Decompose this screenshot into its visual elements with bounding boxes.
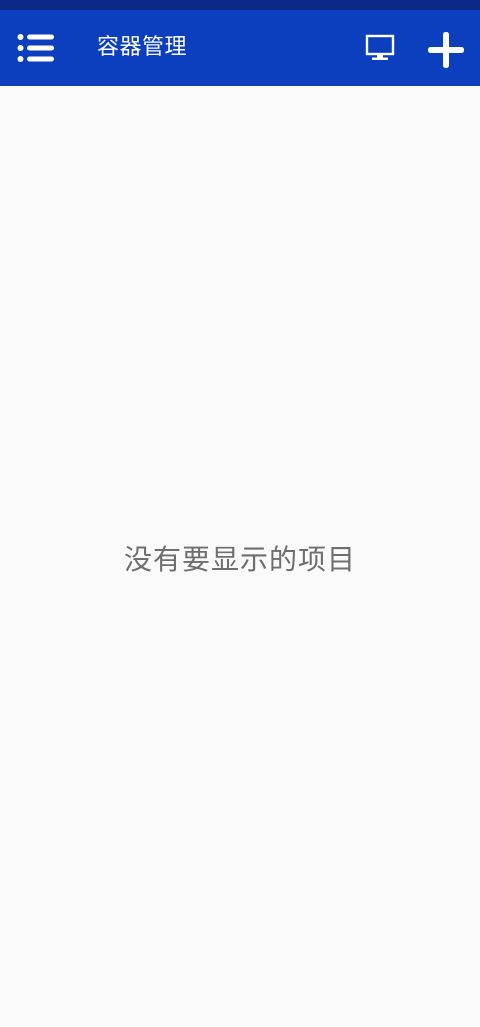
page-title: 容器管理 bbox=[97, 35, 188, 60]
app-bar: 容器管理 bbox=[0, 10, 480, 86]
display-button[interactable] bbox=[356, 24, 404, 72]
plus-icon bbox=[428, 32, 464, 68]
monitor-icon bbox=[365, 34, 395, 60]
list-menu-icon bbox=[17, 34, 54, 62]
menu-button[interactable] bbox=[12, 24, 60, 72]
status-bar bbox=[0, 0, 480, 10]
add-button[interactable] bbox=[420, 24, 472, 76]
empty-state-message: 没有要显示的项目 bbox=[123, 543, 356, 576]
content-area: 没有要显示的项目 bbox=[0, 86, 480, 1027]
